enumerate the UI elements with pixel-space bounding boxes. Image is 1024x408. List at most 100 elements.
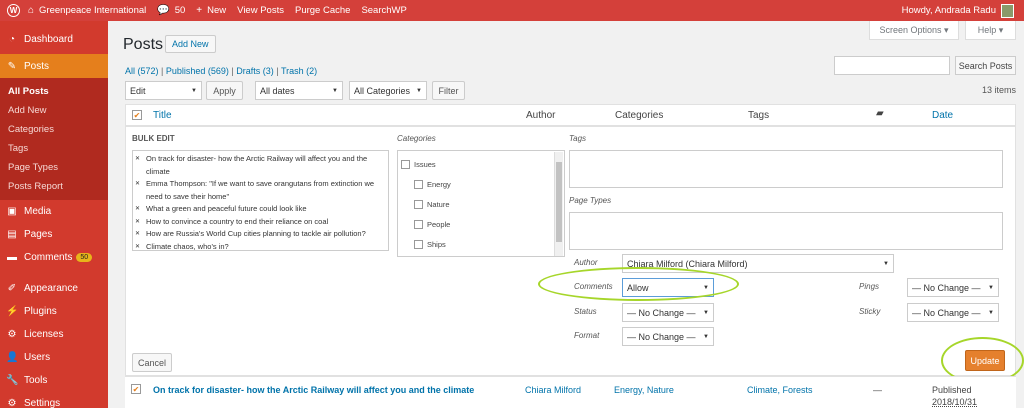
posts-submenu: All Posts Add New Categories Tags Page T… — [0, 78, 108, 200]
view-trash[interactable]: Trash (2) — [281, 66, 317, 76]
format-select[interactable]: — No Change — ▼ — [622, 327, 714, 346]
add-new-button[interactable]: Add New — [165, 35, 216, 53]
menu-plugins[interactable]: ⚡ Plugins — [0, 300, 108, 323]
wordpress-logo-icon[interactable]: W — [7, 4, 20, 17]
menu-comments[interactable]: ▬ Comments 50 — [0, 246, 108, 269]
gear-icon: ⚙ — [7, 329, 17, 340]
user-icon: 👤 — [6, 352, 19, 363]
view-posts-link[interactable]: View Posts — [237, 5, 284, 16]
chevron-down-icon: ▼ — [416, 87, 422, 94]
list-item[interactable]: On track for disaster- how the Arctic Ra… — [133, 153, 388, 178]
comments-link[interactable]: 💬 50 — [157, 5, 185, 16]
purge-cache-link[interactable]: Purge Cache — [295, 5, 350, 16]
row-title-link[interactable]: On track for disaster- how the Arctic Ra… — [153, 385, 474, 395]
submenu-add-new[interactable]: Add New — [0, 101, 108, 120]
menu-licenses[interactable]: ⚙ Licenses — [0, 323, 108, 346]
author-label: Author — [574, 258, 598, 267]
page-types-label: Page Types — [569, 196, 612, 205]
row-categories-link[interactable]: Energy, Nature — [614, 385, 674, 395]
menu-pages[interactable]: ▤ Pages — [0, 223, 108, 246]
page-title: Posts — [123, 36, 164, 53]
bulk-edit-panel: BULK EDIT On track for disaster- how the… — [125, 126, 1016, 376]
howdy-text: Howdy, Andrada Radu — [901, 5, 996, 16]
select-all-checkbox[interactable]: ✔ — [132, 110, 142, 120]
pings-select[interactable]: — No Change — ▼ — [907, 278, 999, 297]
menu-posts[interactable]: ✎ Posts — [0, 54, 108, 78]
table-header: ✔ Title Author Categories Tags ▰ Date — [125, 104, 1016, 126]
screen-options-button[interactable]: Screen Options ▾ — [869, 21, 959, 40]
column-title[interactable]: Title — [153, 110, 172, 121]
menu-media[interactable]: ▣ Media — [0, 200, 108, 223]
view-all[interactable]: All (572) — [125, 66, 159, 76]
menu-users[interactable]: 👤 Users — [0, 346, 108, 369]
post-status-views: All (572) | Published (569) | Drafts (3)… — [125, 66, 318, 76]
categories-select[interactable]: All Categories ▼ — [349, 81, 427, 100]
row-status: Published — [932, 385, 972, 395]
menu-tools[interactable]: 🔧 Tools — [0, 369, 108, 392]
table-row: ✔ On track for disaster- how the Arctic … — [125, 376, 1016, 408]
row-date: 2018/10/31 — [932, 397, 978, 407]
sticky-label: Sticky — [859, 307, 881, 316]
submenu-posts-report[interactable]: Posts Report — [0, 177, 108, 196]
comment-icon: ▰ — [876, 108, 884, 119]
list-item[interactable]: Emma Thompson: "If we want to save orang… — [133, 178, 388, 203]
row-author-link[interactable]: Chiara Milford — [525, 385, 581, 395]
menu-appearance[interactable]: ✐ Appearance — [0, 277, 108, 300]
menu-settings[interactable]: ⚙ Settings — [0, 392, 108, 408]
plug-icon: ⚡ — [6, 306, 19, 317]
bulk-edit-heading: BULK EDIT — [132, 134, 175, 143]
search-posts-button[interactable]: Search Posts — [955, 56, 1016, 75]
search-input[interactable] — [834, 56, 950, 75]
chevron-down-icon: ▼ — [332, 87, 338, 94]
bulk-titles-list: On track for disaster- how the Arctic Ra… — [132, 150, 389, 251]
help-button[interactable]: Help ▾ — [965, 21, 1016, 40]
category-nature[interactable]: Nature — [401, 194, 564, 214]
tags-label: Tags — [569, 134, 587, 143]
dates-select[interactable]: All dates ▼ — [255, 81, 343, 100]
categories-label: Categories — [397, 134, 436, 143]
column-tags: Tags — [748, 110, 770, 121]
filter-button[interactable]: Filter — [432, 81, 465, 100]
category-issues[interactable]: Issues — [401, 154, 564, 174]
site-name-link[interactable]: ⌂ Greenpeace International — [28, 5, 146, 16]
view-published[interactable]: Published (569) — [166, 66, 229, 76]
chevron-down-icon: ▼ — [703, 309, 709, 316]
view-drafts[interactable]: Drafts (3) — [236, 66, 274, 76]
settings-icon: ⚙ — [7, 398, 17, 408]
column-author: Author — [526, 110, 556, 121]
bulk-action-select[interactable]: Edit ▼ — [125, 81, 202, 100]
plus-icon: + — [196, 5, 203, 16]
column-date[interactable]: Date — [932, 110, 953, 121]
chevron-down-icon: ▼ — [988, 309, 994, 316]
chevron-down-icon: ▼ — [703, 333, 709, 340]
tags-textarea[interactable] — [569, 150, 1003, 188]
row-tags-link[interactable]: Climate, Forests — [747, 385, 813, 395]
list-item[interactable]: What a green and peaceful future could l… — [133, 203, 388, 216]
searchwp-link[interactable]: SearchWP — [361, 5, 406, 16]
submenu-tags[interactable]: Tags — [0, 139, 108, 158]
list-item[interactable]: How are Russia's World Cup cities planni… — [133, 228, 388, 241]
cancel-button[interactable]: Cancel — [132, 353, 172, 372]
media-icon: ▣ — [7, 206, 17, 217]
new-content-link[interactable]: + New — [196, 5, 226, 16]
brush-icon: ✐ — [7, 283, 17, 294]
items-count: 13 items — [981, 85, 1016, 95]
list-item[interactable]: How to convince a country to end their r… — [133, 216, 388, 229]
submenu-page-types[interactable]: Page Types — [0, 158, 108, 177]
submenu-all-posts[interactable]: All Posts — [0, 82, 108, 101]
scrollbar[interactable] — [554, 152, 563, 256]
submenu-categories[interactable]: Categories — [0, 120, 108, 139]
category-energy[interactable]: Energy — [401, 174, 564, 194]
category-people[interactable]: People — [401, 214, 564, 234]
sticky-select[interactable]: — No Change — ▼ — [907, 303, 999, 322]
list-item[interactable]: Climate chaos, who's in? — [133, 241, 388, 251]
menu-dashboard[interactable]: ◔ Dashboard — [0, 28, 108, 51]
account-menu[interactable]: Howdy, Andrada Radu — [902, 0, 1014, 21]
comment-icon: 💬 — [157, 5, 170, 16]
admin-sidebar: ◔ Dashboard ✎ Posts All Posts Add New Cate… — [0, 21, 108, 408]
page-types-textarea[interactable] — [569, 212, 1003, 250]
apply-button[interactable]: Apply — [206, 81, 243, 100]
status-select[interactable]: — No Change — ▼ — [622, 303, 714, 322]
category-ships[interactable]: Ships — [401, 234, 564, 254]
row-checkbox[interactable]: ✔ — [131, 384, 141, 394]
